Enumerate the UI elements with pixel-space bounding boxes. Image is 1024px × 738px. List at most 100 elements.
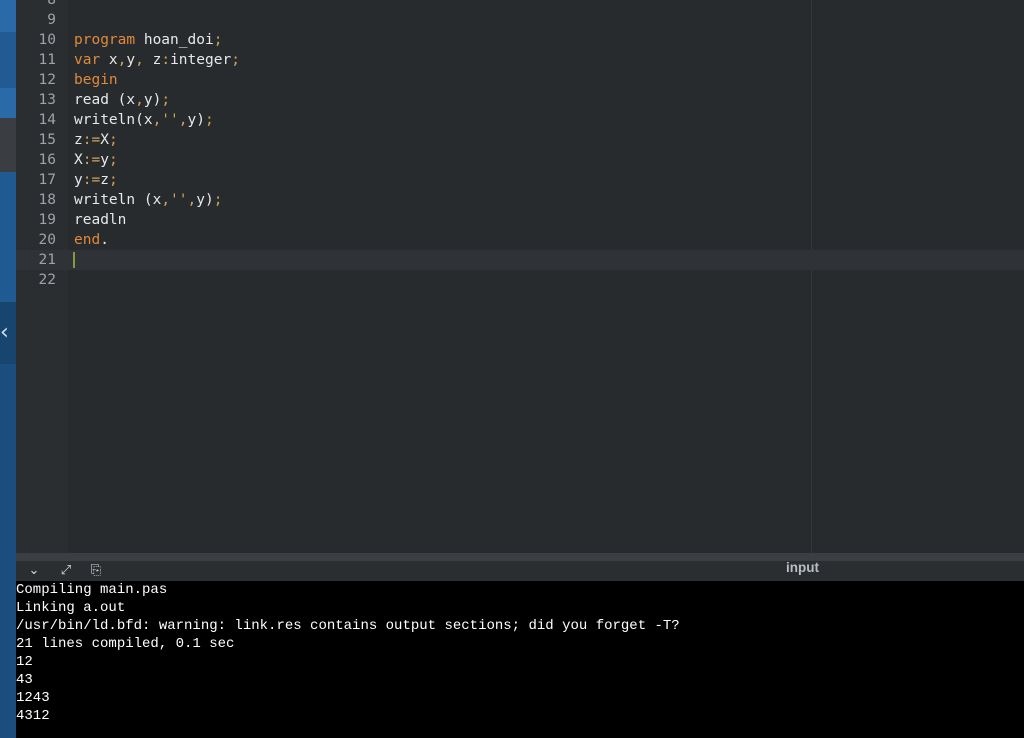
code-token: y) xyxy=(196,192,214,208)
code-line[interactable]: 18 writeln (x,'',y); xyxy=(16,190,1024,210)
code-text: readln xyxy=(74,210,126,230)
code-token: hoan_doi xyxy=(135,32,214,48)
code-token: z xyxy=(143,52,162,68)
code-token: ; xyxy=(108,132,118,148)
code-token: y xyxy=(100,152,109,168)
code-token: := xyxy=(82,152,101,168)
code-token: ; xyxy=(213,192,223,208)
code-line[interactable]: 12 begin xyxy=(16,70,1024,90)
code-token: readln xyxy=(74,212,127,228)
sidebar-segment xyxy=(0,32,16,88)
code-text: program hoan_doi; xyxy=(74,30,222,50)
code-line[interactable]: 11 var x,y, z:integer; xyxy=(16,50,1024,70)
code-token: z xyxy=(74,132,83,148)
code-text: end. xyxy=(74,230,109,250)
code-line[interactable]: 14 writeln(x,'',y); xyxy=(16,110,1024,130)
sidebar-segment xyxy=(0,172,16,302)
code-token: y xyxy=(126,52,136,68)
code-token: integer xyxy=(170,52,232,68)
code-token: : xyxy=(161,52,171,68)
text-cursor xyxy=(73,252,75,268)
line-number: 15 xyxy=(38,132,56,148)
code-line[interactable]: 22 xyxy=(16,270,1024,290)
console-line: 21 lines compiled, 0.1 sec xyxy=(16,636,235,652)
console-line: Linking a.out xyxy=(16,600,126,616)
code-token: X xyxy=(100,132,109,148)
code-token: read (x xyxy=(74,92,136,108)
code-token: , xyxy=(135,92,144,108)
console-line: 43 xyxy=(16,672,33,688)
code-token: writeln(x xyxy=(74,112,153,128)
code-line[interactable]: 17 y:=z; xyxy=(16,170,1024,190)
line-number: 12 xyxy=(38,72,56,88)
code-text: z:=X; xyxy=(74,130,118,150)
expand-icon[interactable]: ⤢ xyxy=(56,561,76,581)
code-text: writeln (x,'',y); xyxy=(74,190,222,210)
line-number: 10 xyxy=(38,32,56,48)
code-token: ,'' xyxy=(152,112,179,128)
code-text: X:=y; xyxy=(74,150,118,170)
output-panel-toolbar: ⌄ ⤢ ⎘ input xyxy=(16,561,1024,581)
console-output[interactable]: Compiling main.pas Linking a.out/usr/bin/… xyxy=(16,581,1024,738)
console-line: 4312 xyxy=(16,708,50,724)
line-number: 18 xyxy=(38,192,56,208)
line-number: 20 xyxy=(38,232,56,248)
console-line: /usr/bin/ld.bfd: warning: link.res conta… xyxy=(16,618,680,634)
code-token: ; xyxy=(204,112,214,128)
line-number: 9 xyxy=(47,12,56,28)
line-number: 11 xyxy=(38,52,56,68)
code-token: ,'' xyxy=(161,192,188,208)
code-token: y) xyxy=(143,92,162,108)
panel-resize-handle[interactable] xyxy=(16,553,1024,561)
line-number: 16 xyxy=(38,152,56,168)
code-text: begin xyxy=(74,70,118,90)
code-token: ; xyxy=(213,32,223,48)
code-token: y) xyxy=(187,112,205,128)
code-line[interactable]: 9 xyxy=(16,10,1024,30)
code-text: read (x,y); xyxy=(74,90,170,110)
console-line: Compiling main.pas xyxy=(16,582,168,598)
code-token: ; xyxy=(108,172,118,188)
line-number: 19 xyxy=(38,212,56,228)
code-text: var x,y, z:integer; xyxy=(74,50,240,70)
code-line[interactable]: 8 xyxy=(16,0,1024,10)
code-text: y:=z; xyxy=(74,170,118,190)
code-line[interactable]: 21 xyxy=(16,250,1024,270)
panel-title: input xyxy=(786,560,819,575)
code-line[interactable]: 15 z:=X; xyxy=(16,130,1024,150)
chevron-down-icon[interactable]: ⌄ xyxy=(24,561,44,581)
code-line[interactable]: 19 readln xyxy=(16,210,1024,230)
code-token: writeln (x xyxy=(74,192,162,208)
line-number: 17 xyxy=(38,172,56,188)
keyword-token: program xyxy=(74,32,136,48)
left-sidebar-strip: ‹ xyxy=(0,0,16,738)
console-line: 1243 xyxy=(16,690,50,706)
code-line[interactable]: 16 X:=y; xyxy=(16,150,1024,170)
code-text: writeln(x,'',y); xyxy=(74,110,214,130)
sidebar-segment xyxy=(0,364,16,738)
code-line[interactable]: 13 read (x,y); xyxy=(16,90,1024,110)
console-line: 12 xyxy=(16,654,33,670)
code-editor[interactable]: 8 9 10 program hoan_doi; 11 var x,y, z:intege… xyxy=(16,0,1024,553)
sidebar-segment xyxy=(0,88,16,118)
line-number: 22 xyxy=(38,272,56,288)
code-token: := xyxy=(82,172,101,188)
line-number: 21 xyxy=(38,252,56,268)
line-number: 8 xyxy=(47,0,56,8)
code-token: z xyxy=(100,172,109,188)
code-token: := xyxy=(82,132,101,148)
line-number: 13 xyxy=(38,92,56,108)
keyword-token: begin xyxy=(74,72,118,88)
code-token: ; xyxy=(161,92,171,108)
code-token: X xyxy=(74,152,83,168)
code-line[interactable]: 20 end. xyxy=(16,230,1024,250)
code-token: y xyxy=(74,172,83,188)
code-token: . xyxy=(100,232,109,248)
code-token: ; xyxy=(108,152,118,168)
keyword-token: var xyxy=(74,52,101,68)
code-line[interactable]: 10 program hoan_doi; xyxy=(16,30,1024,50)
sidebar-segment xyxy=(0,118,16,172)
sidebar-collapse-button[interactable]: ‹ xyxy=(0,320,14,346)
clipboard-icon[interactable]: ⎘ xyxy=(86,561,106,581)
code-token: , xyxy=(187,192,197,208)
